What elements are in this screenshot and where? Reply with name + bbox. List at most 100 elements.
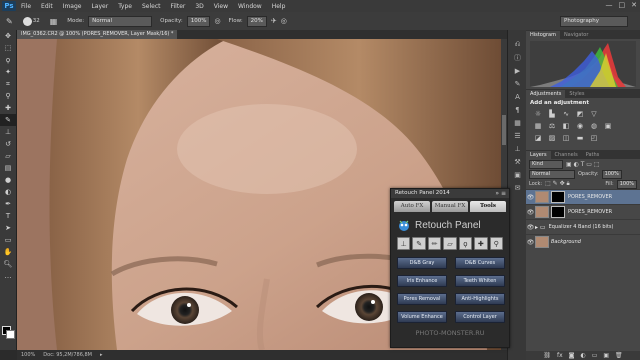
invert-icon[interactable]: ◪ [532,133,544,143]
link-layers-icon[interactable]: ⛓ [543,352,551,359]
marquee-tool-icon[interactable]: ⬚ [0,42,16,54]
levels-icon[interactable]: ▙ [546,109,558,119]
vibrance-icon[interactable]: ▽ [588,109,600,119]
info-icon[interactable]: ⓘ [508,51,527,64]
brush-presets-icon[interactable]: ✎ [508,77,527,90]
adjustment-layer-icon[interactable]: ◐ [580,352,585,359]
airbrush-icon[interactable]: ✈ [271,17,277,25]
blend-mode-select[interactable]: Normal [529,169,575,179]
gradient-map-icon[interactable]: ▬ [574,133,586,143]
layer-mask-thumbnail[interactable] [551,206,565,218]
lasso-tool-icon[interactable]: ϙ [0,54,16,66]
tab-channels[interactable]: Channels [551,151,582,159]
new-layer-icon[interactable]: ▣ [603,352,609,359]
flow-field[interactable]: 20% [246,15,267,27]
channel-mixer-icon[interactable]: ◍ [588,121,600,131]
eraser-tool-icon[interactable]: ▱ [443,237,457,250]
pressure-opacity-icon[interactable]: ◎ [214,17,220,25]
brightness-contrast-icon[interactable]: ☼ [532,109,544,119]
tab-manual-fx[interactable]: Manual FX [432,201,468,212]
visibility-eye-icon[interactable]: 👁︎ [526,224,535,231]
paragraph-icon[interactable]: ¶ [508,103,527,116]
brush-preset-picker[interactable]: 32 [22,16,40,26]
menu-view[interactable]: View [209,3,233,10]
tab-tools[interactable]: Tools [470,201,506,212]
zoom-level[interactable]: 100% [21,352,35,358]
db-curves-button[interactable]: D&B Curves [455,257,505,269]
eraser-tool-icon[interactable]: ▱ [0,150,16,162]
clone-source-icon[interactable]: ⊥ [508,142,527,155]
visibility-eye-icon[interactable]: 👁︎ [526,239,535,246]
crop-tool-icon[interactable]: ⌗ [0,78,16,90]
close-button[interactable]: ✕ [631,1,637,9]
curves-icon[interactable]: ∿ [560,109,572,119]
pores-removal-button[interactable]: Pores Removal [397,293,447,305]
tab-layers[interactable]: Layers [526,151,551,159]
character-icon[interactable]: A [508,90,527,103]
tab-adjustments[interactable]: Adjustments [526,90,566,98]
layer-row[interactable]: 👁︎ PORES_REMOVER [526,204,640,219]
shape-tool-icon[interactable]: ▭ [0,234,16,246]
panel-collapse-icon[interactable]: » ≡ [495,189,506,198]
menu-file[interactable]: File [16,3,36,10]
pencil-tool-icon[interactable]: ✏ [427,237,442,250]
healing-brush-tool-icon[interactable]: ✚ [0,102,16,114]
fill-field[interactable]: 100% [616,179,637,189]
db-gray-button[interactable]: D&B Gray [397,257,447,269]
posterize-icon[interactable]: ▨ [546,133,558,143]
photo-filter-icon[interactable]: ◉ [574,121,586,131]
blur-tool-icon[interactable]: ● [0,174,16,186]
threshold-icon[interactable]: ◫ [560,133,572,143]
workspace-select[interactable]: Photography [560,16,628,27]
teeth-whiten-button[interactable]: Teeth Whiten [455,275,505,287]
retouch-panel-titlebar[interactable]: Retouch Panel 2014 » ≡ [391,189,509,198]
maximize-button[interactable]: □ [619,1,626,9]
iris-enhance-button[interactable]: Iris Enhance [397,275,447,287]
anti-highlights-button[interactable]: Anti-Highlights [455,293,505,305]
tab-paths[interactable]: Paths [582,151,604,159]
background-color-swatch[interactable] [6,330,15,339]
menu-layer[interactable]: Layer [86,3,113,10]
hue-saturation-icon[interactable]: ▦ [532,121,544,131]
pressure-size-icon[interactable]: ◎ [281,17,287,25]
layer-row[interactable]: 👁︎ Background [526,234,640,249]
quick-select-tool-icon[interactable]: ✦ [0,66,16,78]
tab-histogram[interactable]: Histogram [526,31,560,39]
clone-stamp-tool-icon[interactable]: ⊥ [0,126,16,138]
menu-filter[interactable]: Filter [166,3,191,10]
layer-row[interactable]: 👁︎ ▸ ▭ Equalizer 4 Band (16 bits) [526,219,640,234]
brush-tool-icon[interactable]: ✎ [0,114,16,126]
opacity-field[interactable]: 100% [186,15,211,27]
new-group-icon[interactable]: ▭ [592,352,598,359]
history-icon[interactable]: ⎌ [508,38,527,51]
properties-icon[interactable]: ☰ [508,129,527,142]
menu-3d[interactable]: 3D [190,3,208,10]
brush-panel-icon[interactable]: ▦ [50,17,58,26]
hand-tool-icon[interactable]: ✋ [0,246,16,258]
document-tab[interactable]: IMG_0362.CR2 @ 100% (PORES_REMOVER, Laye… [17,30,181,39]
layer-comps-icon[interactable]: ▣ [508,168,527,181]
layer-mask-thumbnail[interactable] [551,191,565,203]
swatches-icon[interactable]: ▦ [508,116,527,129]
dodge-tool-icon[interactable]: ◐ [0,186,16,198]
menu-help[interactable]: Help [267,3,291,10]
volume-enhance-button[interactable]: Volume Enhance [397,311,447,323]
brush-tool-icon[interactable]: ✎ [6,17,13,26]
selective-color-icon[interactable]: ◰ [588,133,600,143]
layer-style-icon[interactable]: fx [557,352,563,359]
zoom-tool-icon[interactable]: ⚲ [489,237,503,250]
[interactable] [602,109,614,119]
path-selection-tool-icon[interactable]: ➤ [0,222,16,234]
control-layer-button[interactable]: Control Layer [455,311,505,323]
black-white-icon[interactable]: ◧ [560,121,572,131]
zoom-tool-icon[interactable]: 🔍︎ [0,258,16,270]
brush-tool-icon[interactable]: ✎ [412,237,426,250]
color-balance-icon[interactable]: ⚖ [546,121,558,131]
move-tool-icon[interactable]: ✥ [0,30,16,42]
scrollbar-thumb[interactable] [502,115,506,145]
add-mask-icon[interactable]: ◙ [569,352,575,359]
lasso-tool-icon[interactable]: ϙ [458,237,473,250]
history-brush-tool-icon[interactable]: ↺ [0,138,16,150]
layer-row[interactable]: 👁︎ PORES_REMOVER [526,189,640,204]
exposure-icon[interactable]: ◩ [574,109,586,119]
